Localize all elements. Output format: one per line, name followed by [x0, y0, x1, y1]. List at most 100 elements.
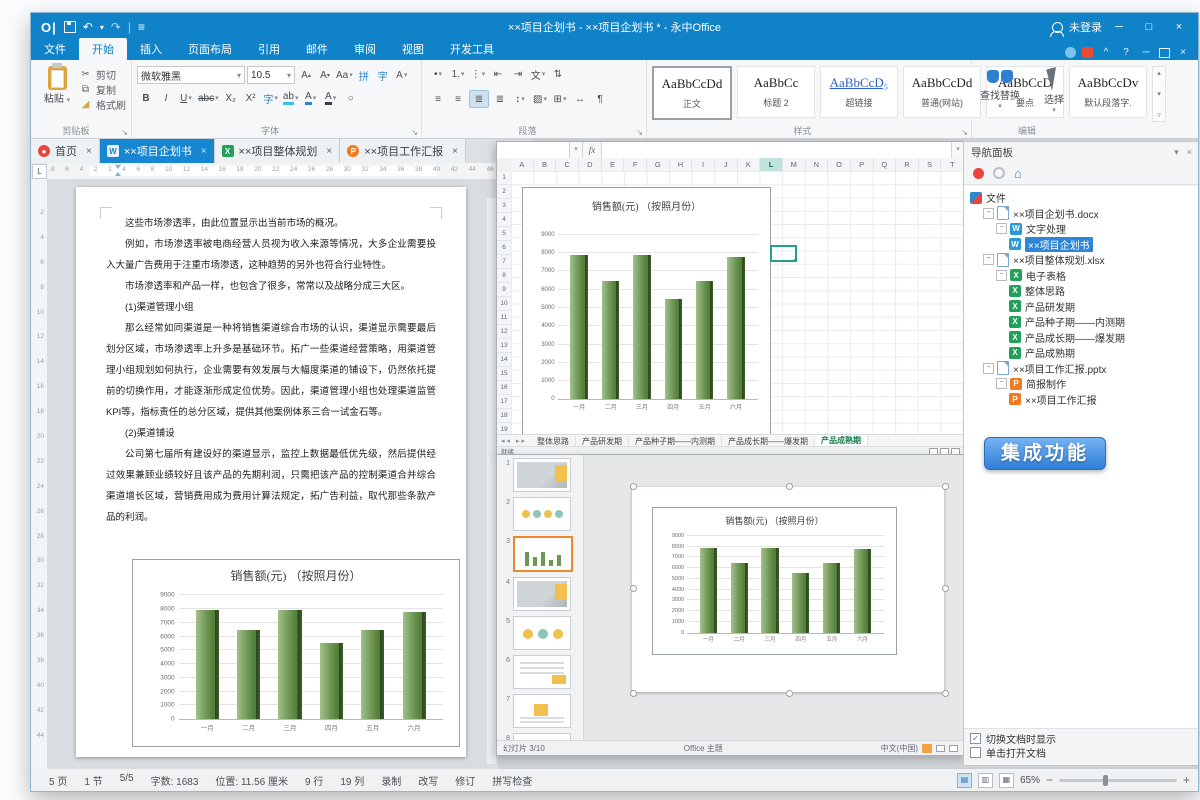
tree-item-label[interactable]: 文件: [986, 190, 1006, 205]
select-all-corner[interactable]: [497, 158, 512, 172]
tree-item[interactable]: −X电子表格: [964, 268, 1198, 284]
underline-icon[interactable]: U▾: [177, 90, 195, 106]
column-header-Q[interactable]: Q: [874, 158, 897, 171]
bold-icon[interactable]: B: [137, 90, 155, 106]
nav-close-icon[interactable]: ×: [1187, 147, 1192, 158]
ribbon-tab-文件[interactable]: 文件: [31, 38, 79, 60]
font-family-select[interactable]: 微软雅黑▾: [137, 66, 245, 84]
tree-item-label[interactable]: ××项目工作汇报: [1025, 392, 1097, 407]
status-item[interactable]: 5/5: [120, 773, 134, 788]
row-header-15[interactable]: 15: [497, 367, 511, 381]
sheet-nav-arrows-icon[interactable]: ◂◂ ▸▸: [497, 437, 531, 445]
column-header-J[interactable]: J: [715, 158, 738, 171]
clear-formatting-icon[interactable]: ○: [342, 90, 360, 106]
collapse-node-icon[interactable]: −: [996, 223, 1007, 234]
fx-icon[interactable]: fx: [583, 142, 602, 158]
document-tab-home[interactable]: ●首页×: [31, 139, 100, 163]
close-tab-icon[interactable]: ×: [86, 146, 92, 157]
column-header-G[interactable]: G: [647, 158, 670, 171]
doc-minimize-icon[interactable]: ─: [1139, 47, 1153, 58]
decrease-indent-icon[interactable]: ⇤: [489, 66, 507, 82]
row-header-16[interactable]: 16: [497, 381, 511, 395]
help-icon[interactable]: ?: [1119, 47, 1133, 58]
tree-item-label[interactable]: ××项目企划书.docx: [1013, 206, 1099, 221]
align-left-icon[interactable]: ≡: [429, 91, 447, 107]
slide-thumbnail-3[interactable]: 3: [503, 536, 579, 572]
tree-item-label[interactable]: 简报制作: [1026, 376, 1066, 391]
font-dialog-launcher[interactable]: ↘: [411, 128, 418, 137]
zoom-out-icon[interactable]: −: [1046, 773, 1053, 787]
ribbon-tab-审阅[interactable]: 审阅: [341, 38, 389, 60]
close-tab-icon[interactable]: ×: [201, 146, 207, 157]
checkbox-icon[interactable]: ✓: [970, 733, 981, 744]
document-page[interactable]: 这些市场渗透率，由此位置显示出当前市场的概况。例如，市场渗透率被电商经营人员视为…: [76, 187, 466, 757]
ribbon-tab-视图[interactable]: 视图: [389, 38, 437, 60]
column-header-T[interactable]: T: [941, 158, 964, 171]
status-item[interactable]: 5 页: [49, 773, 67, 788]
tree-item-label[interactable]: ××项目工作汇报.pptx: [1013, 361, 1106, 376]
line-spacing-icon[interactable]: ↕▾: [511, 91, 529, 107]
close-button[interactable]: ×: [1166, 17, 1192, 37]
document-tab-excel[interactable]: X××项目整体规划×: [215, 139, 341, 163]
selection-handle[interactable]: [942, 585, 949, 592]
column-header-B[interactable]: B: [534, 158, 557, 171]
ribbon-tab-插入[interactable]: 插入: [127, 38, 175, 60]
page-setup-icon[interactable]: ↔: [571, 91, 589, 107]
column-header-I[interactable]: I: [692, 158, 715, 171]
column-header-R[interactable]: R: [896, 158, 919, 171]
sheet-tab-产品种子期——内测期[interactable]: 产品种子期——内测期: [629, 436, 722, 447]
formula-input[interactable]: [602, 142, 951, 158]
tree-item[interactable]: X产品成熟期: [964, 345, 1198, 361]
status-item[interactable]: 字数: 1683: [151, 773, 199, 788]
row-header-14[interactable]: 14: [497, 353, 511, 367]
style-正文[interactable]: AaBbCcDd正文: [652, 66, 732, 120]
align-justify-icon[interactable]: ≣: [469, 90, 489, 108]
column-header-N[interactable]: N: [806, 158, 829, 171]
text-highlight-icon[interactable]: ab▾: [282, 90, 300, 106]
style-超链接[interactable]: AaBbCcD₅超链接: [820, 66, 898, 118]
activity-icon[interactable]: [1082, 47, 1093, 58]
style-普通(网站)[interactable]: AaBbCcDd普通(网站): [903, 66, 981, 118]
multilevel-list-icon[interactable]: ⋮▾: [469, 66, 487, 82]
column-header-F[interactable]: F: [624, 158, 647, 171]
row-header-12[interactable]: 12: [497, 325, 511, 339]
tree-item[interactable]: − ××项目工作汇报.pptx: [964, 361, 1198, 377]
slide-thumbnail-7[interactable]: 7: [503, 694, 579, 728]
status-item[interactable]: 19 列: [340, 773, 364, 788]
column-header-M[interactable]: M: [783, 158, 806, 171]
close-tab-icon[interactable]: ×: [452, 146, 458, 157]
align-center-icon[interactable]: ≡: [449, 91, 467, 107]
row-header-8[interactable]: 8: [497, 269, 511, 283]
row-header-7[interactable]: 7: [497, 255, 511, 269]
copy-button[interactable]: ⧉复制: [79, 82, 126, 97]
column-headers[interactable]: ABCDEFGHIJKLMNOPQRST: [511, 158, 964, 172]
zoom-slider-thumb[interactable]: [1103, 775, 1108, 786]
sales-chart-excel[interactable]: 销售额(元) （按照月份）010002000300040005000600070…: [522, 187, 771, 436]
collapse-node-icon[interactable]: −: [983, 363, 994, 374]
tree-item[interactable]: X产品成长期——爆发期: [964, 330, 1198, 346]
selection-handle[interactable]: [630, 690, 637, 697]
document-tab-word[interactable]: W××项目企划书×: [100, 139, 215, 163]
tree-item-label[interactable]: 产品种子期——内测期: [1025, 314, 1125, 329]
tree-item-label[interactable]: 电子表格: [1026, 268, 1066, 283]
sheet-tab-产品成长期——爆发期[interactable]: 产品成长期——爆发期: [722, 436, 815, 447]
tree-item-label[interactable]: ××项目企划书: [1025, 237, 1093, 252]
ribbon-tab-开始[interactable]: 开始: [79, 38, 127, 60]
status-item[interactable]: 9 行: [305, 773, 323, 788]
document-text[interactable]: 这些市场渗透率，由此位置显示出当前市场的概况。例如，市场渗透率被电商经营人员视为…: [106, 213, 436, 551]
selection-handle[interactable]: [786, 690, 793, 697]
slide-thumbnail-2[interactable]: 2: [503, 497, 579, 531]
status-item[interactable]: 1 节: [84, 773, 102, 788]
show-marks-icon[interactable]: ¶: [591, 91, 609, 107]
undo-icon[interactable]: ↶: [83, 20, 93, 34]
tree-item-label[interactable]: 整体思路: [1025, 283, 1065, 298]
slide-thumbnail-1[interactable]: 1: [503, 458, 579, 492]
style-标题 2[interactable]: AaBbCc标题 2: [737, 66, 815, 118]
nav-refresh-icon[interactable]: [993, 167, 1005, 179]
cut-button[interactable]: ✂剪切: [79, 67, 126, 82]
tree-item[interactable]: −××项目企划书.docx: [964, 206, 1198, 222]
indent-marker[interactable]: [115, 165, 122, 176]
tree-item[interactable]: P××项目工作汇报: [964, 392, 1198, 408]
doc-close-icon[interactable]: ×: [1176, 47, 1190, 58]
zoom-in-icon[interactable]: +: [1183, 773, 1190, 787]
